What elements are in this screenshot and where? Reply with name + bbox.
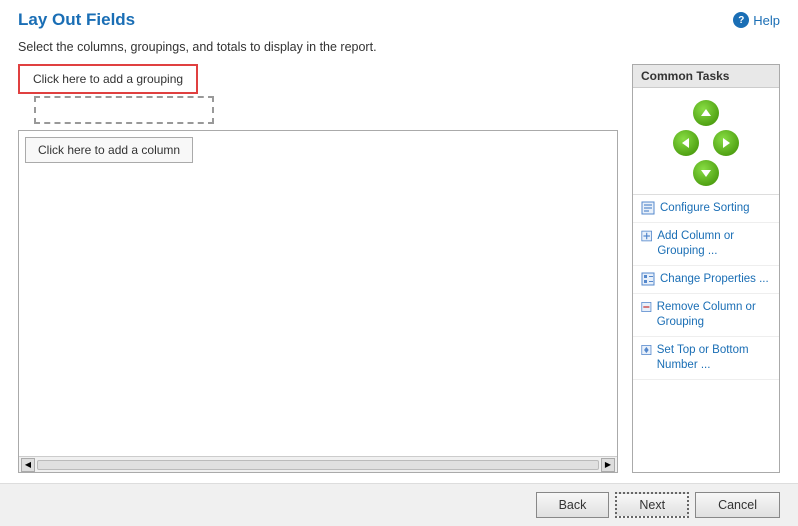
help-label: Help (753, 13, 780, 28)
add-column-grouping-icon (641, 229, 652, 243)
add-grouping-button[interactable]: Click here to add a grouping (18, 64, 198, 94)
back-button[interactable]: Back (536, 492, 610, 518)
help-icon: ? (733, 12, 749, 28)
layout-area: Click here to add a grouping Click here … (18, 64, 618, 473)
help-link[interactable]: ? Help (733, 12, 780, 28)
table-inner: Click here to add a column (19, 131, 617, 456)
page-container: Lay Out Fields ? Help Select the columns… (0, 0, 798, 526)
arrow-up-icon (693, 100, 719, 126)
arrow-down-icon (693, 160, 719, 186)
page-title: Lay Out Fields (18, 10, 135, 30)
add-column-grouping-label: Add Column or Grouping ... (657, 229, 771, 259)
arrow-right-button[interactable] (711, 128, 741, 158)
configure-sorting-icon (641, 201, 655, 215)
arrow-left-button[interactable] (671, 128, 701, 158)
table-scrollbar: ◀ ▶ (19, 456, 617, 472)
arrow-buttons-area (633, 88, 779, 195)
scrollbar-right-arrow[interactable]: ▶ (601, 458, 615, 472)
remove-column-grouping-label: Remove Column or Grouping (657, 300, 771, 330)
change-properties-icon (641, 272, 655, 286)
configure-sorting-label: Configure Sorting (660, 201, 750, 216)
next-button[interactable]: Next (615, 492, 689, 518)
table-area: Click here to add a column ◀ ▶ (18, 130, 618, 473)
scrollbar-track[interactable] (37, 460, 599, 470)
footer: Back Next Cancel (0, 483, 798, 526)
arrow-right-icon (713, 130, 739, 156)
cancel-button[interactable]: Cancel (695, 492, 780, 518)
grouping-sub-placeholder (34, 96, 214, 124)
common-tasks-header: Common Tasks (633, 65, 779, 88)
task-change-properties[interactable]: Change Properties ... (633, 266, 779, 294)
remove-column-grouping-icon (641, 300, 652, 314)
task-add-column-grouping[interactable]: Add Column or Grouping ... (633, 223, 779, 266)
set-top-bottom-label: Set Top or Bottom Number ... (657, 343, 771, 373)
set-top-bottom-icon (641, 343, 652, 357)
arrow-down-row (691, 158, 721, 188)
task-configure-sorting[interactable]: Configure Sorting (633, 195, 779, 223)
main-content: Click here to add a grouping Click here … (0, 64, 798, 483)
task-set-top-bottom[interactable]: Set Top or Bottom Number ... (633, 337, 779, 380)
subtitle: Select the columns, groupings, and total… (0, 36, 798, 64)
common-tasks-panel: Common Tasks (632, 64, 780, 473)
arrow-up-row (691, 98, 721, 128)
task-remove-column-grouping[interactable]: Remove Column or Grouping (633, 294, 779, 337)
scrollbar-left-arrow[interactable]: ◀ (21, 458, 35, 472)
arrow-left-icon (673, 130, 699, 156)
change-properties-label: Change Properties ... (660, 272, 769, 287)
arrow-up-button[interactable] (691, 98, 721, 128)
header: Lay Out Fields ? Help (0, 0, 798, 36)
grouping-row: Click here to add a grouping (18, 64, 618, 124)
arrow-down-button[interactable] (691, 158, 721, 188)
arrow-mid-row (671, 128, 741, 158)
add-column-button[interactable]: Click here to add a column (25, 137, 193, 163)
